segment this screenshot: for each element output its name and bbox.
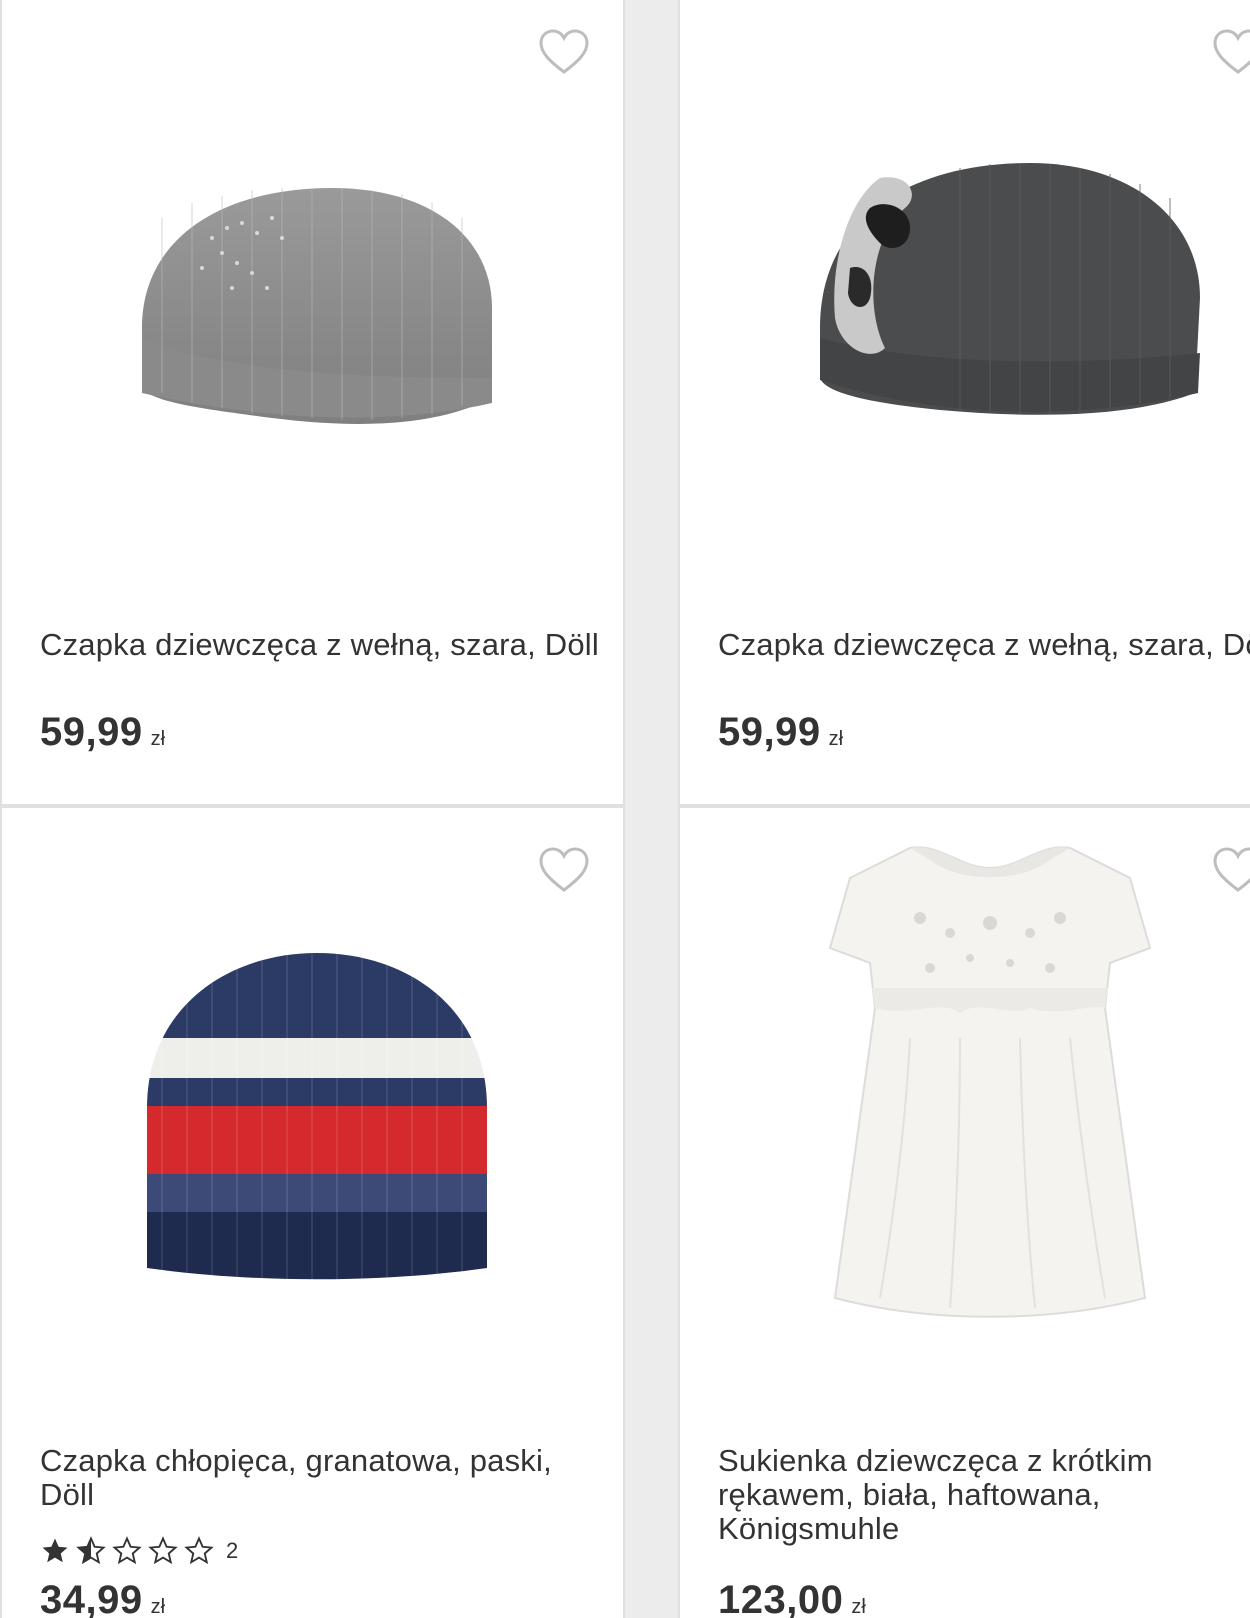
- product-image[interactable]: [810, 838, 1170, 1338]
- heart-icon[interactable]: [1212, 846, 1250, 894]
- star-empty-icon: [148, 1536, 178, 1565]
- star-empty-icon: [112, 1536, 142, 1565]
- star-half-icon: [76, 1536, 106, 1565]
- price-amount: 59,99: [718, 710, 821, 754]
- review-count: 2: [226, 1538, 239, 1563]
- price-currency: zł: [150, 1596, 166, 1618]
- product-image[interactable]: [132, 178, 512, 438]
- product-card[interactable]: Sukienka dziewczęca z krótkim rękawem, b…: [678, 806, 1250, 1618]
- product-title[interactable]: Czapka dziewczęca z wełną, szara, Döll: [718, 628, 1250, 662]
- product-card[interactable]: Czapka dziewczęca z wełną, szara, Döll 5…: [678, 0, 1250, 806]
- product-price: 59,99 zł: [718, 710, 843, 755]
- price-currency: zł: [851, 1596, 866, 1618]
- product-title[interactable]: Czapka dziewczęca z wełną, szara, Döll: [40, 628, 600, 662]
- product-price: 59,99 zł: [40, 710, 165, 755]
- product-grid: Czapka dziewczęca z wełną, szara, Döll 5…: [0, 0, 1250, 1618]
- star-empty-icon: [184, 1536, 214, 1565]
- price-currency: zł: [150, 728, 166, 750]
- price-currency: zł: [828, 728, 844, 750]
- star-filled-icon: [42, 1538, 68, 1563]
- product-card[interactable]: Czapka chłopięca, granatowa, paski, Döll…: [0, 806, 625, 1618]
- product-title[interactable]: Czapka chłopięca, granatowa, paski, Döll: [40, 1444, 600, 1512]
- product-image[interactable]: [810, 148, 1210, 428]
- heart-icon[interactable]: [538, 28, 590, 76]
- star-rating[interactable]: 2: [40, 1534, 238, 1568]
- product-price: 123,00 zł: [718, 1578, 866, 1618]
- heart-icon[interactable]: [1212, 28, 1250, 76]
- heart-icon[interactable]: [538, 846, 590, 894]
- price-amount: 123,00: [718, 1578, 844, 1618]
- product-price: 34,99 zł: [40, 1578, 165, 1618]
- price-amount: 34,99: [40, 1578, 143, 1618]
- product-card[interactable]: Czapka dziewczęca z wełną, szara, Döll 5…: [0, 0, 625, 806]
- price-amount: 59,99: [40, 710, 143, 754]
- product-title[interactable]: Sukienka dziewczęca z krótkim rękawem, b…: [718, 1444, 1250, 1546]
- product-image[interactable]: [132, 948, 502, 1288]
